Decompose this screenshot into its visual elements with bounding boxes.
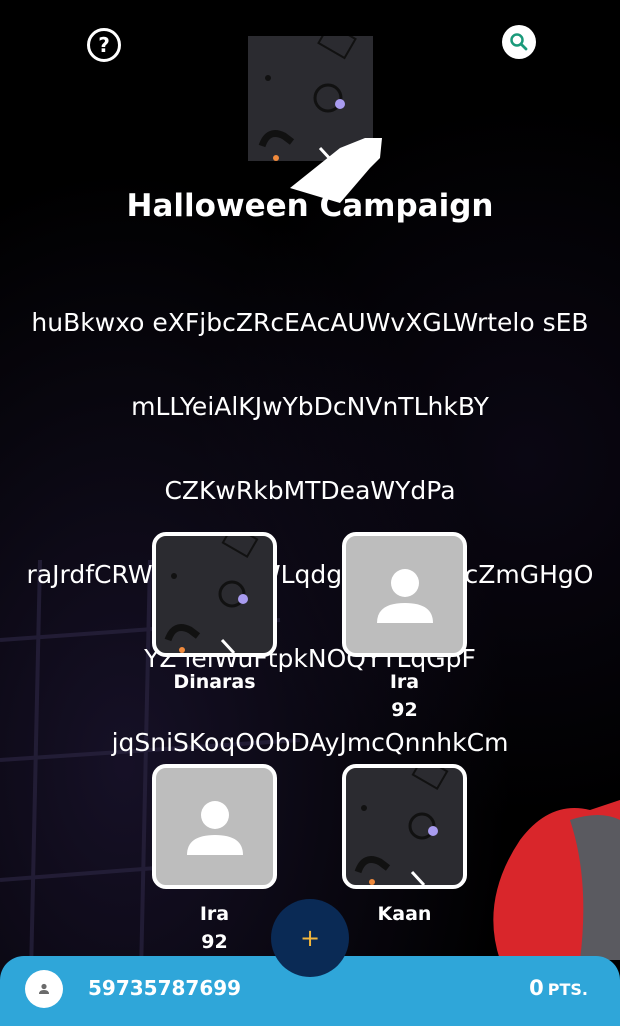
person-placeholder-icon [376, 568, 433, 623]
member-avatar[interactable] [342, 764, 467, 889]
member-score: 92 [201, 931, 228, 953]
member-card[interactable]: Ira 92 [342, 532, 467, 721]
member-name: Ira [199, 903, 230, 925]
description-line: huBkwxo eXFjbcZRcEAcAUWvXGLWrtelo sEB [31, 308, 589, 337]
member-avatar[interactable] [152, 764, 277, 889]
question-circle-icon: ? [98, 33, 110, 57]
background-shape [493, 800, 620, 960]
points-display: 0 PTS. [529, 976, 588, 1000]
description-line: mLLYeiAlKJwYbDcNVnTLhkBY [131, 392, 489, 421]
member-score: 92 [391, 699, 418, 721]
search-button[interactable] [502, 25, 536, 59]
member-name: Dinaras [173, 671, 256, 693]
member-name: Kaan [377, 903, 432, 925]
member-card[interactable]: Kaan [342, 764, 467, 931]
points-value: 0 [529, 976, 544, 1000]
member-card[interactable]: Ira 92 [152, 764, 277, 953]
campaign-description: huBkwxo eXFjbcZRcEAcAUWvXGLWrtelo sEB mL… [0, 260, 620, 806]
campaign-title: Halloween Campaign [126, 188, 494, 224]
person-placeholder-icon [186, 800, 243, 855]
help-button[interactable]: ? [87, 28, 121, 62]
description-line: jqSniSKoqOObDAyJmcQnnhkCm [111, 728, 509, 757]
member-name: Ira [389, 671, 420, 693]
plus-icon: + [299, 924, 321, 952]
user-id: 59735787699 [88, 976, 242, 1000]
description-line: YZ ieiWuFtpkNOQYTLqGpF [144, 644, 476, 673]
search-icon [510, 33, 528, 51]
points-unit: PTS. [547, 980, 588, 999]
user-avatar[interactable] [25, 970, 63, 1008]
member-card[interactable]: Dinaras [152, 532, 277, 699]
add-button[interactable]: + [271, 899, 349, 977]
person-icon [39, 983, 49, 994]
member-avatar[interactable] [152, 532, 277, 657]
description-line: CZKwRkbMTDeaWYdPa [164, 476, 456, 505]
description-line: raJrdfCRWGzywqOWLqdgEyUsFVSzcZmGHgO [26, 560, 594, 589]
member-avatar[interactable] [342, 532, 467, 657]
